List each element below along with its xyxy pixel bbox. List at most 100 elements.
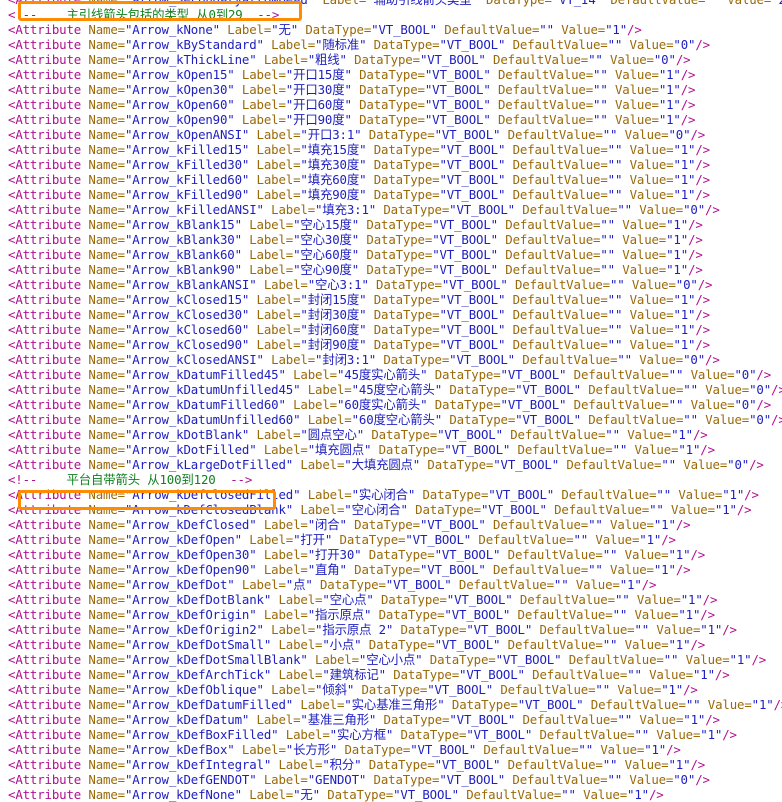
attr-key-value: Value= — [697, 412, 750, 427]
attr-key-value: Value= — [631, 202, 684, 217]
tag-name: Attribute — [15, 322, 82, 337]
attr-key-defaultvalue: DefaultValue= — [458, 787, 562, 802]
xml-attribute-line[interactable]: <Attribute Name="Arrow_kFilled90" Label=… — [0, 187, 782, 202]
attr-key-value: Value= — [588, 532, 640, 547]
xml-attribute-line[interactable]: <Attribute Name="Arrow_kDefOpen90" Label… — [0, 562, 782, 577]
xml-attribute-line[interactable]: <Attribute Name="Arrow_kClosed60" Label=… — [0, 322, 782, 337]
tag-close-bracket: /> — [705, 712, 720, 727]
attr-key-defaultvalue: DefaultValue= — [532, 727, 635, 742]
xml-attribute-line[interactable]: <Attribute Name="Arrow_kFilledANSI" Labe… — [0, 202, 782, 217]
xml-attribute-line[interactable]: <Attribute Name="Arrow_kOpen30" Label="开… — [0, 82, 782, 97]
xml-attribute-line[interactable]: <Attribute Name="Arrow_kDefClosedFilled"… — [0, 487, 782, 502]
attr-key-label: Label= — [241, 532, 294, 547]
attr-key-name: Name= — [81, 457, 125, 472]
xml-attribute-line[interactable]: <Attribute Name="Arrow_kClosedANSI" Labe… — [0, 352, 782, 367]
attr-key-name: Name= — [81, 517, 125, 532]
attr-key-value: Value= — [622, 37, 674, 52]
attr-key-label: Label= — [249, 142, 301, 157]
tag-name: Attribute — [15, 622, 82, 637]
xml-source-view[interactable]: <Attribute Name="Arrow_SecondaryArrowHea… — [0, 0, 782, 802]
attr-key-value: Value= — [629, 592, 681, 607]
xml-attribute-line[interactable]: <Attribute Name="Arrow_kDefClosedBlank" … — [0, 502, 782, 517]
xml-attribute-line[interactable]: <Attribute Name="Arrow_kDefOrigin2" Labe… — [0, 622, 782, 637]
attr-value-defaultvalue: "" — [588, 517, 603, 532]
xml-attribute-line[interactable]: <Attribute Name="Arrow_kNone" Label="无" … — [0, 22, 782, 37]
attr-value-value: "1" — [661, 682, 684, 697]
attr-value-label: "填充圆点" — [307, 442, 372, 457]
xml-attribute-line[interactable]: <Attribute Name="Arrow_kDotBlank" Label=… — [0, 427, 782, 442]
xml-attribute-line[interactable]: <Attribute Name="Arrow_SecondaryArrowHea… — [0, 0, 782, 7]
xml-attribute-line[interactable]: <Attribute Name="Arrow_kDefBox" Label="长… — [0, 742, 782, 757]
xml-attribute-line[interactable]: <Attribute Name="Arrow_kBlank30" Label="… — [0, 232, 782, 247]
xml-attribute-line[interactable]: <Attribute Name="Arrow_kDefDatum" Label=… — [0, 712, 782, 727]
xml-attribute-line[interactable]: <Attribute Name="Arrow_kDefBoxFilled" La… — [0, 727, 782, 742]
xml-attribute-line[interactable]: <Attribute Name="Arrow_kOpen90" Label="开… — [0, 112, 782, 127]
xml-attribute-line[interactable]: <Attribute Name="Arrow_kDefOpen" Label="… — [0, 532, 782, 547]
tag-close-bracket: /> — [641, 577, 657, 592]
xml-attribute-line[interactable]: <Attribute Name="Arrow_kDatumFilled60" L… — [0, 397, 782, 412]
xml-attribute-line[interactable]: <Attribute Name="Arrow_kFilled30" Label=… — [0, 157, 782, 172]
xml-attribute-line[interactable]: <Attribute Name="Arrow_kDefNone" Label="… — [0, 787, 782, 802]
xml-attribute-line[interactable]: <Attribute Name="Arrow_kFilled60" Label=… — [0, 172, 782, 187]
xml-attribute-line[interactable]: <Attribute Name="Arrow_kDefArchTick" Lab… — [0, 667, 782, 682]
xml-attribute-line[interactable]: <Attribute Name="Arrow_kDatumFilled45" L… — [0, 367, 782, 382]
xml-attribute-line[interactable]: <Attribute Name="Arrow_kDefIntegral" Lab… — [0, 757, 782, 772]
attr-key-datatype: DataType= — [368, 277, 442, 292]
xml-attribute-line[interactable]: <Attribute Name="Arrow_kOpen60" Label="开… — [0, 97, 782, 112]
xml-attribute-line[interactable]: <Attribute Name="Arrow_kBlank60" Label="… — [0, 247, 782, 262]
xml-attribute-line[interactable]: <Attribute Name="Arrow_kBlank15" Label="… — [0, 217, 782, 232]
attr-key-defaultvalue: DefaultValue= — [566, 397, 669, 412]
xml-attribute-line[interactable]: <Attribute Name="Arrow_kClosed15" Label=… — [0, 292, 782, 307]
xml-attribute-line[interactable]: <Attribute Name="Arrow_kClosed30" Label=… — [0, 307, 782, 322]
attr-key-defaultvalue: DefaultValue= — [505, 157, 608, 172]
attr-key-name: Name= — [81, 652, 125, 667]
attr-key-label: Label= — [271, 637, 323, 652]
xml-attribute-line[interactable]: <Attribute Name="Arrow_kDatumUnfilled60"… — [0, 412, 782, 427]
xml-comment-line[interactable]: <!-- 主引线箭头包括的类型 从0到29 --> — [0, 7, 782, 22]
attr-value-value: "1" — [673, 337, 696, 352]
xml-attribute-line[interactable]: <Attribute Name="Arrow_kDefOblique" Labe… — [0, 682, 782, 697]
xml-attribute-line[interactable]: <Attribute Name="Arrow_kLargeDotFilled" … — [0, 457, 782, 472]
attr-key-label: Label= — [256, 772, 308, 787]
xml-attribute-line[interactable]: <Attribute Name="Arrow_kDefOrigin" Label… — [0, 607, 782, 622]
xml-attribute-line[interactable]: <Attribute Name="Arrow_kBlankANSI" Label… — [0, 277, 782, 292]
attr-value-name: "Arrow_kDatumFilled60" — [124, 397, 286, 412]
xml-attribute-line[interactable]: <Attribute Name="Arrow_kByStandard" Labe… — [0, 37, 782, 52]
xml-attribute-line[interactable]: <Attribute Name="Arrow_kDefDotSmall" Lab… — [0, 637, 782, 652]
xml-attribute-line[interactable]: <Attribute Name="Arrow_kDefDot" Label="点… — [0, 577, 782, 592]
tag-close-bracket: /> — [688, 247, 703, 262]
xml-attribute-line[interactable]: <Attribute Name="Arrow_kDefDotSmallBlank… — [0, 652, 782, 667]
attr-value-datatype: "VT_BOOL" — [446, 592, 513, 607]
tag-name: Attribute — [15, 577, 82, 592]
xml-attribute-line[interactable]: <Attribute Name="Arrow_kClosed90" Label=… — [0, 337, 782, 352]
attr-key-defaultvalue: DefaultValue= — [524, 667, 628, 682]
tag-name: Attribute — [15, 712, 82, 727]
xml-attribute-line[interactable]: <Attribute Name="Arrow_kDotFilled" Label… — [0, 442, 782, 457]
attr-value-datatype: "VT_BOOL" — [393, 787, 459, 802]
attr-value-name: "Arrow_kDefIntegral" — [124, 757, 272, 772]
attr-value-defaultvalue: "" — [607, 772, 623, 787]
attr-value-label: "圆点空心" — [300, 427, 365, 442]
attr-value-name: "Arrow_kDefDotBlank" — [124, 592, 272, 607]
xml-attribute-line[interactable]: <Attribute Name="Arrow_kDatumUnfilled45"… — [0, 382, 782, 397]
xml-comment-line[interactable]: <!-- 平台自带箭头 从100到120 --> — [0, 472, 782, 487]
xml-attribute-line[interactable]: <Attribute Name="Arrow_kDefClosed" Label… — [0, 517, 782, 532]
xml-attribute-line[interactable]: <Attribute Name="Arrow_kOpen15" Label="开… — [0, 67, 782, 82]
attr-value-value: "1" — [714, 502, 737, 517]
xml-attribute-line[interactable]: <Attribute Name="Arrow_kThickLine" Label… — [0, 52, 782, 67]
xml-attribute-line[interactable]: <Attribute Name="Arrow_kDefOpen30" Label… — [0, 547, 782, 562]
attr-value-label: "封闭60度" — [300, 322, 367, 337]
attr-key-label: Label= — [249, 322, 301, 337]
attr-key-value: Value= — [632, 712, 684, 727]
xml-attribute-line[interactable]: <Attribute Name="Arrow_kDefDotBlank" Lab… — [0, 592, 782, 607]
xml-attribute-line[interactable]: <Attribute Name="Arrow_kDefGENDOT" Label… — [0, 772, 782, 787]
xml-attribute-line[interactable]: <Attribute Name="Arrow_kFilled15" Label=… — [0, 142, 782, 157]
attr-value-label: "填充30度" — [300, 157, 367, 172]
xml-attribute-line[interactable]: <Attribute Name="Arrow_kDefDatumFilled" … — [0, 697, 782, 712]
xml-attribute-line[interactable]: <Attribute Name="Arrow_kBlank90" Label="… — [0, 262, 782, 277]
attr-key-value: Value= — [622, 172, 674, 187]
attr-key-value: Value= — [622, 292, 674, 307]
attr-value-name: "Arrow_kNone" — [124, 22, 220, 37]
attr-value-label: "空心60度" — [293, 247, 360, 262]
xml-attribute-line[interactable]: <Attribute Name="Arrow_kOpenANSI" Label=… — [0, 127, 782, 142]
